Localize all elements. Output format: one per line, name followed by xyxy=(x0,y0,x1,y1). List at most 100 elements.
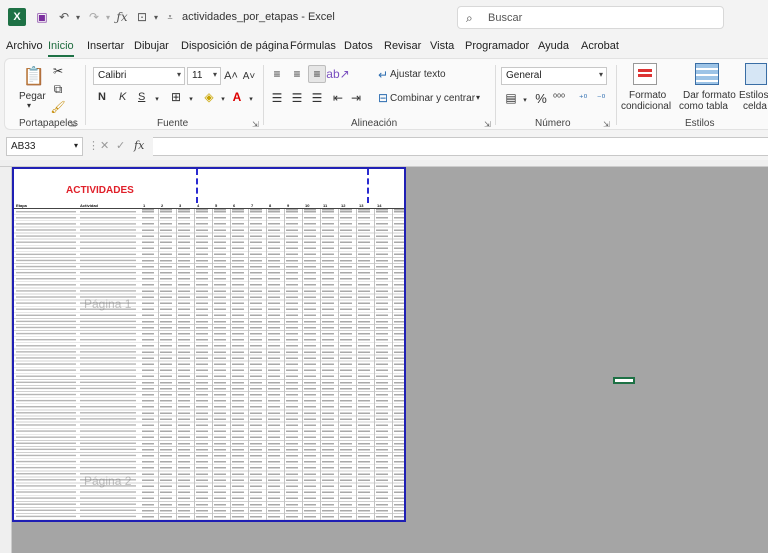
group-divider xyxy=(495,65,496,125)
enter-icon[interactable]: ✓ xyxy=(116,139,125,152)
name-box[interactable]: AB33 ▾ xyxy=(6,137,83,156)
align-bottom-icon[interactable]: ≡ xyxy=(308,65,326,83)
conditional-format-line2[interactable]: condicional xyxy=(621,101,671,112)
chevron-down-icon: ▾ xyxy=(176,70,181,79)
conditional-format-icon[interactable] xyxy=(633,63,657,85)
header-col-4: 4 xyxy=(197,203,200,208)
formula-bar: AB33 ▾ ⋮ ✕ ✓ fx xyxy=(0,134,768,158)
header-col-7: 7 xyxy=(251,203,254,208)
italic-button[interactable]: K xyxy=(119,91,126,103)
format-painter-icon[interactable]: 🖌 xyxy=(50,99,66,115)
align-middle-icon[interactable]: ≡ xyxy=(289,66,305,82)
tab-programador[interactable]: Programador xyxy=(465,40,529,52)
search-box[interactable]: ⌕ Buscar xyxy=(457,6,724,29)
more-icon: ⋮ xyxy=(88,140,99,152)
header-etapa: Etapa xyxy=(16,203,27,208)
alignment-launcher-icon[interactable]: ⇲ xyxy=(484,120,491,129)
tab-datos[interactable]: Datos xyxy=(344,40,373,52)
bold-button[interactable]: N xyxy=(98,91,106,103)
cell-styles-line2[interactable]: celda xyxy=(743,101,767,112)
active-cell-selection[interactable] xyxy=(613,377,635,384)
orientation-icon[interactable]: ab↗ xyxy=(326,66,349,82)
format-as-table-icon[interactable] xyxy=(695,63,719,85)
styles-group-label: Estilos xyxy=(685,118,715,129)
comma-style-icon[interactable]: ⁰⁰⁰ xyxy=(551,90,567,106)
cut-icon[interactable]: ✂ xyxy=(50,63,66,79)
conditional-format-line1[interactable]: Formato xyxy=(629,90,666,101)
paste-icon[interactable]: 📋 xyxy=(23,65,45,87)
name-box-value: AB33 xyxy=(11,141,36,152)
header-col-11: 11 xyxy=(323,203,328,208)
borders-icon[interactable]: ⊞ xyxy=(168,89,184,105)
column-headers[interactable] xyxy=(0,160,768,167)
align-left-icon[interactable]: ☰ xyxy=(269,90,285,106)
menu-bar: Archivo Inicio Insertar Dibujar Disposic… xyxy=(0,36,768,58)
chevron-down-icon: ▾ xyxy=(598,70,603,79)
header-col-6: 6 xyxy=(233,203,236,208)
align-right-icon[interactable]: ☰ xyxy=(309,90,325,106)
number-format-select[interactable]: General ▾ xyxy=(501,67,607,85)
font-family-select[interactable]: Calibri ▾ xyxy=(93,67,185,85)
align-center-icon[interactable]: ☰ xyxy=(289,90,305,106)
format-as-table-line1[interactable]: Dar formato xyxy=(683,90,736,101)
row-headers[interactable] xyxy=(0,167,12,553)
customize-toolbar-icon[interactable]: ⩡ xyxy=(162,9,178,25)
align-top-icon[interactable]: ≡ xyxy=(269,66,285,82)
increase-font-icon[interactable]: A˄ xyxy=(223,68,239,84)
cell-styles-icon[interactable] xyxy=(745,63,767,85)
page-2-watermark: Página 2 xyxy=(84,474,132,488)
save-icon[interactable]: ▣ xyxy=(34,9,50,25)
tab-inicio[interactable]: Inicio xyxy=(48,40,74,52)
search-icon: ⌕ xyxy=(466,11,473,25)
alignment-group-label: Alineación xyxy=(351,118,398,129)
sheet-title: ACTIVIDADES xyxy=(66,185,134,196)
cell-styles-line1[interactable]: Estilos de xyxy=(739,90,768,101)
tab-insertar[interactable]: Insertar xyxy=(87,40,124,52)
increase-decimal-icon[interactable]: ⁺⁰ xyxy=(575,90,591,106)
active-tab-indicator xyxy=(48,55,74,57)
tab-disposicion[interactable]: Disposición de página xyxy=(181,40,289,52)
font-launcher-icon[interactable]: ⇲ xyxy=(252,120,259,129)
format-as-table-line2[interactable]: como tabla xyxy=(679,101,728,112)
tab-ayuda[interactable]: Ayuda xyxy=(538,40,569,52)
decrease-font-icon[interactable]: A˅ xyxy=(241,68,257,84)
paste-label[interactable]: Pegar xyxy=(19,91,46,102)
wrap-text-button[interactable]: Ajustar texto xyxy=(390,69,446,80)
underline-dropdown-icon[interactable]: ▾ xyxy=(149,91,165,107)
percent-icon[interactable]: % xyxy=(533,90,549,106)
group-divider xyxy=(616,65,617,125)
tab-dibujar[interactable]: Dibujar xyxy=(134,40,169,52)
decrease-indent-icon[interactable]: ⇤ xyxy=(330,90,346,106)
cancel-icon[interactable]: ✕ xyxy=(100,139,109,152)
wrap-text-icon[interactable]: ↵ xyxy=(375,67,391,83)
clipboard-launcher-icon[interactable]: ⇲ xyxy=(69,120,76,129)
insert-function-icon[interactable]: ƒx xyxy=(114,9,130,25)
print-page[interactable]: ACTIVIDADES Etapa Actividad 1 2 3 4 5 6 … xyxy=(12,167,406,522)
merge-center-button[interactable]: Combinar y centrar xyxy=(390,93,475,104)
increase-indent-icon[interactable]: ⇥ xyxy=(348,90,364,106)
copy-icon[interactable]: ⧉ xyxy=(50,81,66,97)
insert-function-button[interactable]: fx xyxy=(134,139,144,152)
tab-vista[interactable]: Vista xyxy=(430,40,454,52)
font-color-dropdown-icon[interactable]: ▾ xyxy=(243,91,259,107)
page-break-line xyxy=(196,169,198,203)
header-col-2: 2 xyxy=(161,203,164,208)
paste-dropdown-icon[interactable]: ▾ xyxy=(27,101,31,110)
formula-input[interactable] xyxy=(153,137,768,156)
borders-dropdown-icon[interactable]: ▾ xyxy=(183,91,199,107)
tab-archivo[interactable]: Archivo xyxy=(6,40,43,52)
merge-dropdown-icon[interactable]: ▾ xyxy=(476,93,480,102)
tab-acrobat[interactable]: Acrobat xyxy=(581,40,619,52)
number-launcher-icon[interactable]: ⇲ xyxy=(603,120,610,129)
undo-dropdown-icon[interactable]: ▾ xyxy=(70,9,86,25)
font-size-select[interactable]: 11 ▾ xyxy=(187,67,221,85)
tab-formulas[interactable]: Fórmulas xyxy=(290,40,336,52)
worksheet-area[interactable]: ACTIVIDADES Etapa Actividad 1 2 3 4 5 6 … xyxy=(0,160,768,553)
merge-center-icon[interactable]: ⊟ xyxy=(375,90,391,106)
decrease-decimal-icon[interactable]: ⁻⁰ xyxy=(593,90,609,106)
underline-button[interactable]: S xyxy=(138,91,145,103)
header-col-9: 9 xyxy=(287,203,290,208)
tab-revisar[interactable]: Revisar xyxy=(384,40,421,52)
value-cells xyxy=(142,209,404,520)
accounting-dropdown-icon[interactable]: ▾ xyxy=(517,92,533,108)
